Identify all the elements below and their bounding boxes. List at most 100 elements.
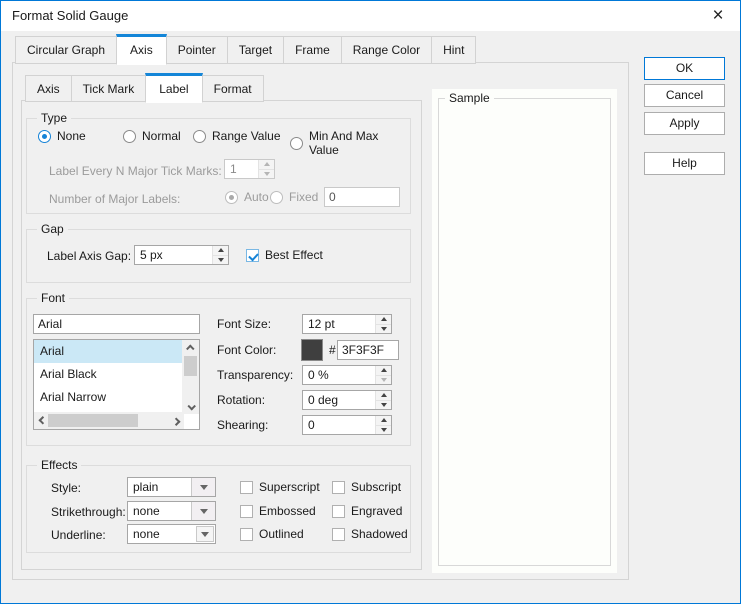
font-group-title: Font [37, 291, 69, 305]
font-name-field[interactable] [33, 314, 200, 334]
font-list-vertical-scrollbar[interactable] [182, 340, 199, 414]
radio-fixed-control [270, 191, 283, 204]
label-every-n-spin-buttons [258, 160, 274, 178]
embossed-label: Embossed [259, 504, 316, 518]
strikethrough-dropdown-arrow-icon[interactable] [191, 502, 215, 520]
effects-group-title: Effects [37, 458, 81, 472]
underline-dropdown[interactable]: none [127, 524, 216, 544]
close-icon[interactable]: × [702, 3, 734, 29]
font-list-item-arial-black[interactable]: Arial Black [34, 363, 184, 386]
radio-none[interactable]: None [38, 129, 86, 143]
subtab-label[interactable]: Label [145, 73, 202, 103]
font-list-item-arial-narrow[interactable]: Arial Narrow [34, 386, 184, 409]
shearing-spinner[interactable]: 0 [302, 415, 392, 435]
label-every-n-label: Label Every N Major Tick Marks: [49, 164, 222, 178]
embossed-checkbox[interactable]: Embossed [240, 504, 316, 518]
style-label: Style: [51, 481, 81, 495]
radio-fixed-label: Fixed [289, 190, 318, 204]
tab-hint[interactable]: Hint [431, 36, 476, 64]
number-major-labels-label: Number of Major Labels: [49, 192, 180, 206]
best-effect-checkbox[interactable]: Best Effect [246, 248, 323, 262]
radio-min-max-value-control[interactable] [290, 137, 303, 150]
transparency-spin-buttons[interactable] [375, 366, 391, 384]
shadowed-checkbox[interactable]: Shadowed [332, 527, 408, 541]
engraved-label: Engraved [351, 504, 402, 518]
label-axis-gap-spin-buttons[interactable] [212, 246, 228, 264]
shadowed-checkbox-control[interactable] [332, 528, 345, 541]
superscript-label: Superscript [259, 480, 320, 494]
radio-range-value-control[interactable] [193, 130, 206, 143]
vertical-scroll-thumb[interactable] [184, 356, 197, 376]
superscript-checkbox-control[interactable] [240, 481, 253, 494]
style-dropdown-arrow-icon[interactable] [191, 478, 215, 496]
horizontal-scroll-thumb[interactable] [48, 414, 138, 427]
transparency-spinner[interactable]: 0 % [302, 365, 392, 385]
rotation-spinner[interactable]: 0 deg [302, 390, 392, 410]
font-name-input[interactable] [34, 315, 199, 333]
tab-circular-graph[interactable]: Circular Graph [15, 36, 117, 64]
radio-min-max-value[interactable]: Min And Max Value [290, 129, 410, 157]
sub-tab-bar: Axis Tick Mark Label Format [25, 73, 263, 102]
radio-normal-label: Normal [142, 129, 181, 143]
font-list-item-arial[interactable]: Arial [34, 340, 184, 363]
tab-axis[interactable]: Axis [116, 34, 167, 65]
font-color-swatch[interactable] [301, 339, 323, 361]
rotation-spin-buttons[interactable] [375, 391, 391, 409]
outlined-checkbox-control[interactable] [240, 528, 253, 541]
embossed-checkbox-control[interactable] [240, 505, 253, 518]
subtab-format[interactable]: Format [202, 75, 264, 102]
font-color-hex-input[interactable] [338, 341, 398, 359]
engraved-checkbox-control[interactable] [332, 505, 345, 518]
best-effect-label: Best Effect [265, 248, 323, 262]
ok-button[interactable]: OK [644, 57, 725, 80]
tab-range-color[interactable]: Range Color [341, 36, 432, 64]
subtab-axis[interactable]: Axis [25, 75, 72, 102]
fixed-value-field[interactable] [324, 187, 400, 207]
apply-button[interactable]: Apply [644, 112, 725, 135]
tab-pointer[interactable]: Pointer [166, 36, 228, 64]
radio-auto-control [225, 191, 238, 204]
strikethrough-dropdown[interactable]: none [127, 501, 216, 521]
best-effect-checkbox-control[interactable] [246, 249, 259, 262]
scroll-left-icon[interactable] [34, 412, 49, 429]
title-bar: Format Solid Gauge × [1, 1, 740, 31]
underline-dropdown-arrow-icon[interactable] [196, 526, 214, 542]
radio-fixed: Fixed [270, 190, 318, 204]
scroll-up-icon[interactable] [182, 340, 199, 355]
font-list-horizontal-scrollbar[interactable] [34, 412, 184, 429]
radio-auto: Auto [225, 190, 269, 204]
outlined-label: Outlined [259, 527, 304, 541]
window-title: Format Solid Gauge [12, 8, 128, 23]
scroll-right-icon[interactable] [169, 412, 184, 429]
font-size-spin-buttons[interactable] [375, 315, 391, 333]
scroll-down-icon[interactable] [182, 399, 199, 414]
subscript-checkbox[interactable]: Subscript [332, 480, 401, 494]
sample-group: Sample [438, 98, 611, 566]
radio-auto-label: Auto [244, 190, 269, 204]
gap-group-title: Gap [37, 222, 68, 236]
superscript-checkbox[interactable]: Superscript [240, 480, 320, 494]
subscript-checkbox-control[interactable] [332, 481, 345, 494]
radio-none-control[interactable] [38, 130, 51, 143]
subtab-tick-mark[interactable]: Tick Mark [71, 75, 147, 102]
cancel-button[interactable]: Cancel [644, 84, 725, 107]
radio-normal[interactable]: Normal [123, 129, 181, 143]
radio-range-value[interactable]: Range Value [193, 129, 281, 143]
font-color-hex-field[interactable] [337, 340, 399, 360]
outlined-checkbox[interactable]: Outlined [240, 527, 304, 541]
help-button[interactable]: Help [644, 152, 725, 175]
style-dropdown[interactable]: plain [127, 477, 216, 497]
tab-frame[interactable]: Frame [283, 36, 342, 64]
tab-target[interactable]: Target [227, 36, 284, 64]
font-list[interactable]: Arial Arial Black Arial Narrow Arial Uni… [33, 339, 200, 430]
font-size-spinner[interactable]: 12 pt [302, 314, 392, 334]
strikethrough-label: Strikethrough: [51, 505, 126, 519]
radio-normal-control[interactable] [123, 130, 136, 143]
label-every-n-spinner: 1 [224, 159, 275, 179]
shearing-spin-buttons[interactable] [375, 416, 391, 434]
engraved-checkbox[interactable]: Engraved [332, 504, 402, 518]
fixed-value-input[interactable] [325, 188, 399, 206]
label-axis-gap-spinner[interactable]: 5 px [134, 245, 229, 265]
font-color-label: Font Color: [217, 343, 276, 357]
shadowed-label: Shadowed [351, 527, 408, 541]
